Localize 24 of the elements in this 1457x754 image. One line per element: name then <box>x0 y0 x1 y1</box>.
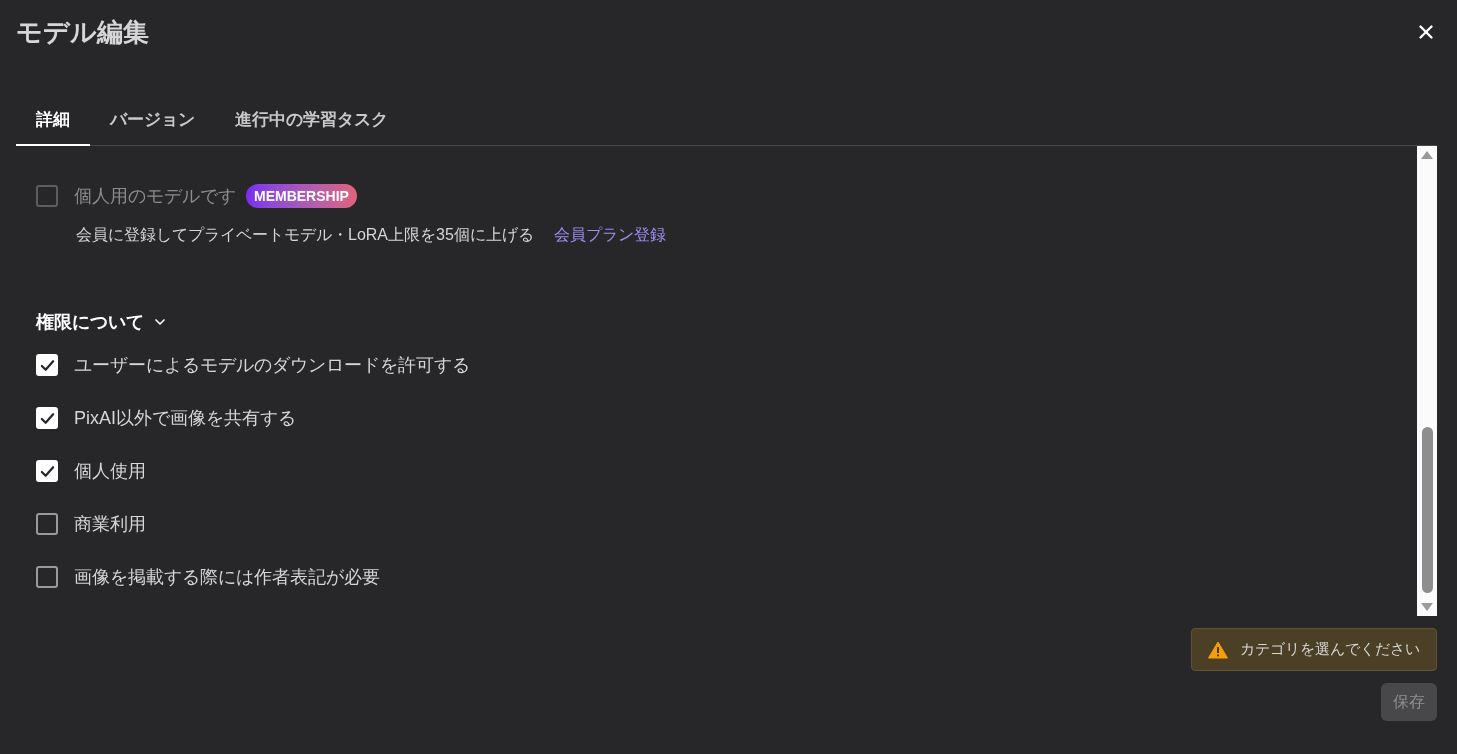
membership-badge: MEMBERSHIP <box>246 184 357 208</box>
checkbox-label: 個人用のモデルです <box>74 184 236 208</box>
section-toggle[interactable]: 権限について <box>36 310 168 334</box>
dialog-title: モデル編集 <box>16 19 149 45</box>
scrollbar[interactable] <box>1417 146 1437 616</box>
check-icon <box>39 410 55 426</box>
membership-note: 会員に登録してプライベートモデル・LoRA上限を35個に上げる <box>76 225 534 245</box>
scroll-down-arrow-icon <box>1421 603 1433 611</box>
checkbox-label: 商業利用 <box>74 512 146 536</box>
warning-icon <box>1208 640 1228 659</box>
checkbox-label: 個人使用 <box>74 459 146 483</box>
checkbox-label: 画像を掲載する際には作者表記が必要 <box>74 565 380 589</box>
check-icon <box>39 463 55 479</box>
tab[interactable]: 詳細 <box>16 96 90 146</box>
scroll-up-arrow-icon <box>1421 151 1433 159</box>
tab[interactable]: バージョン <box>90 96 215 146</box>
checkbox[interactable] <box>36 566 58 588</box>
check-icon <box>39 357 55 373</box>
tab[interactable]: 進行中の学習タスク <box>215 96 408 146</box>
checkbox-label: PixAI以外で画像を共有する <box>74 406 296 430</box>
checkbox[interactable] <box>36 513 58 535</box>
warning-message: カテゴリを選んでください <box>1240 639 1420 660</box>
scrollbar-thumb[interactable] <box>1421 427 1433 593</box>
checkbox-label: ユーザーによるモデルのダウンロードを許可する <box>74 353 470 377</box>
